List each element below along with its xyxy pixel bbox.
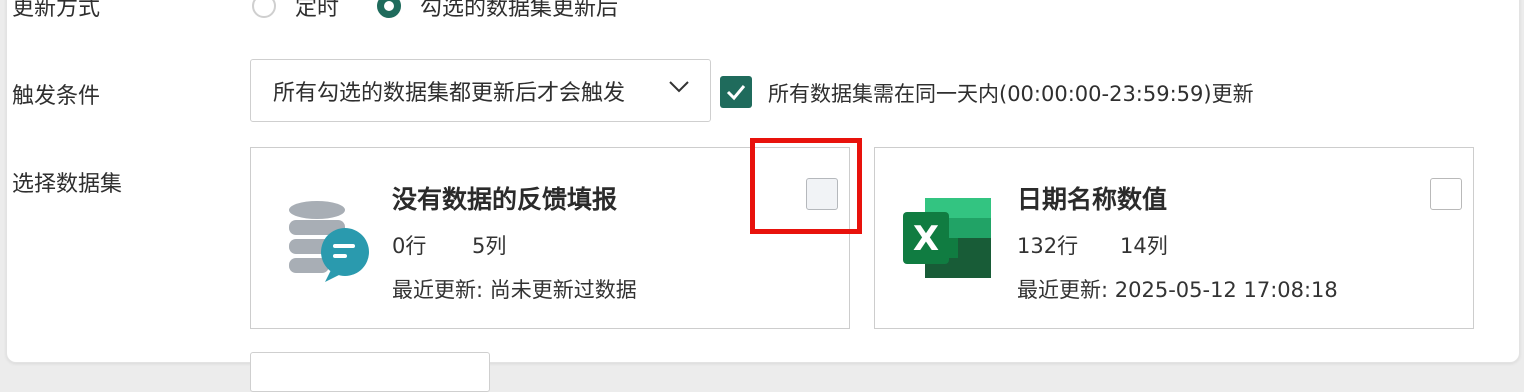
- dataset-card-date-name-value[interactable]: X 日期名称数值 132行 14列 最近更新: 2025-05-12 17:08…: [874, 147, 1474, 329]
- trigger-condition-label: 触发条件: [12, 84, 101, 109]
- database-feedback-icon: [289, 201, 369, 282]
- dataset-last-updated: 最近更新: 尚未更新过数据: [392, 278, 637, 302]
- same-day-label: 所有数据集需在同一天内(00:00:00-23:59:59)更新: [768, 82, 1254, 106]
- dataset-select-checkbox[interactable]: [1430, 178, 1462, 210]
- select-datasets-label: 选择数据集: [12, 172, 123, 197]
- dataset-row-count: 0行: [392, 234, 427, 258]
- dataset-last-updated: 最近更新: 2025-05-12 17:08:18: [1017, 278, 1338, 302]
- check-icon: [726, 85, 746, 101]
- dataset-select-checkbox[interactable]: [806, 178, 838, 210]
- dataset-col-count: 5列: [472, 234, 507, 258]
- dataset-card-feedback[interactable]: 没有数据的反馈填报 0行 5列 最近更新: 尚未更新过数据: [250, 147, 850, 329]
- dataset-card-title: 日期名称数值: [1017, 185, 1168, 214]
- add-dataset-button[interactable]: [250, 352, 490, 392]
- svg-text:X: X: [913, 219, 939, 259]
- excel-icon: X: [903, 198, 991, 278]
- update-mode-label: 更新方式: [12, 0, 101, 21]
- dataset-row-count: 132行: [1017, 234, 1079, 258]
- dataset-card-title: 没有数据的反馈填报: [392, 185, 618, 214]
- same-day-checkbox[interactable]: [720, 76, 752, 108]
- trigger-condition-value: 所有勾选的数据集都更新后才会触发: [273, 80, 626, 106]
- dataset-col-count: 14列: [1120, 234, 1168, 258]
- radio-after-dataset-update-label: 勾选的数据集更新后: [420, 0, 619, 21]
- radio-scheduled-label: 定时: [295, 0, 340, 21]
- trigger-condition-select[interactable]: 所有勾选的数据集都更新后才会触发: [250, 59, 711, 122]
- chevron-down-icon: [669, 81, 689, 93]
